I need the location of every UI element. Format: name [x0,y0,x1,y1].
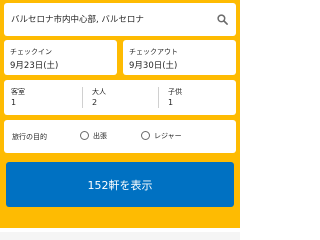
checkout-value: 9月30日(土) [129,61,178,71]
rooms-value: 1 [11,98,17,107]
search-icon[interactable] [217,14,228,25]
destination-text: バルセロナ市内中心部, バルセロナ [11,15,144,25]
checkin-label: チェックイン [10,48,52,56]
checkin-field[interactable]: チェックイン 9月23日(土) [4,40,117,75]
show-results-button[interactable]: 152軒を表示 [6,162,234,207]
radio-circle-icon [141,131,150,140]
content-sheet [0,232,240,240]
occupancy-field: 客室 1 大人 2 子供 1 [4,80,236,115]
children-label: 子供 [168,88,182,96]
leisure-label: レジャー [154,132,182,140]
checkin-value: 9月23日(土) [10,61,59,71]
checkout-field[interactable]: チェックアウト 9月30日(土) [123,40,236,75]
search-panel: バルセロナ市内中心部, バルセロナ チェックイン 9月23日(土) チェックアウ… [0,0,240,228]
travel-purpose-field: 旅行の目的 出張 レジャー [4,120,236,153]
content-below [0,228,240,240]
destination-field[interactable]: バルセロナ市内中心部, バルセロナ [4,3,236,36]
radio-circle-icon [80,131,89,140]
business-label: 出張 [93,132,107,140]
travel-purpose-label: 旅行の目的 [12,133,47,141]
children-selector[interactable]: 子供 1 [156,80,236,115]
adults-selector[interactable]: 大人 2 [80,80,156,115]
adults-label: 大人 [92,88,106,96]
adults-value: 2 [92,98,98,107]
children-value: 1 [168,98,174,107]
rooms-selector[interactable]: 客室 1 [4,80,80,115]
rooms-label: 客室 [11,88,25,96]
checkout-label: チェックアウト [129,48,178,56]
